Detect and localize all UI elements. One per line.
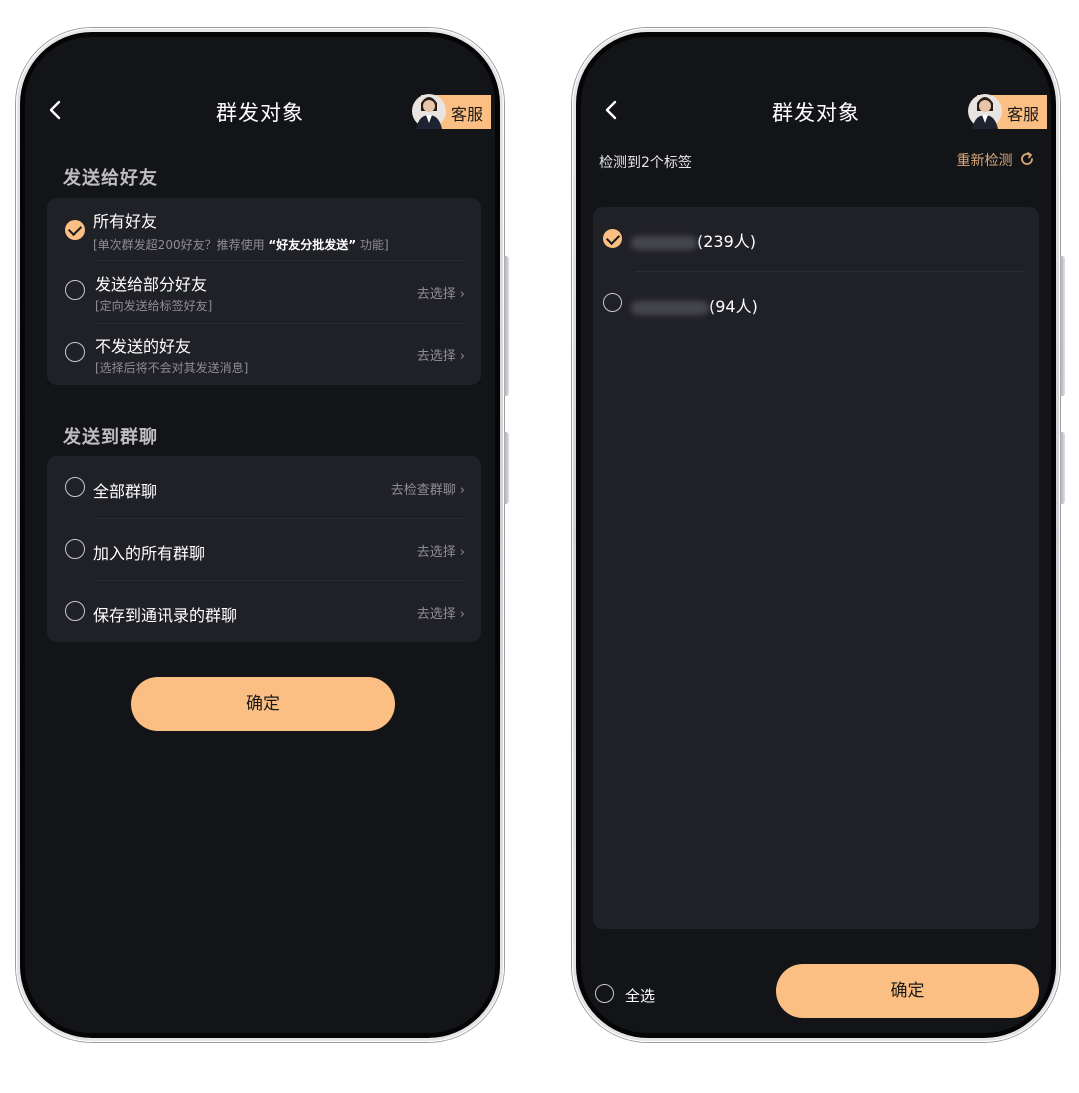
radio-button[interactable]: [65, 280, 85, 300]
tag-label: (94人): [631, 293, 758, 317]
screen-right: 群发对象 客服 检测到2个标签 重新检测 (239人) (94人) 全选 确定: [581, 37, 1051, 1033]
option-title: 加入的所有群聊: [93, 544, 206, 563]
redetect-label: 重新检测: [956, 153, 1013, 169]
avatar-icon: [968, 94, 1002, 129]
customer-service-button[interactable]: 客服: [967, 94, 1047, 129]
option-exclude-friends[interactable]: 不发送的好友 [选择后将不会对其发送消息] 去选择 ›: [47, 323, 481, 385]
volume-button: [1060, 256, 1065, 396]
select-label: 去选择: [416, 545, 456, 560]
radio-button[interactable]: [65, 601, 85, 621]
subtitle-suffix: 功能]: [360, 238, 389, 252]
check-icon[interactable]: [603, 229, 622, 248]
radio-button[interactable]: [595, 984, 614, 1003]
select-label: 去选择: [416, 349, 456, 364]
radio-button[interactable]: [65, 477, 85, 497]
screen-left: 群发对象 客服 发送给好友 所有好友 [单次群发超200好友？推荐使用 “好友分: [25, 37, 495, 1033]
avatar-icon: [412, 94, 446, 129]
chevron-right-icon: ›: [459, 545, 465, 560]
radio-button[interactable]: [603, 293, 622, 312]
chevron-right-icon: ›: [459, 287, 465, 302]
tag-count: (94人): [709, 297, 758, 316]
option-title: 保存到通讯录的群聊: [93, 606, 238, 625]
select-link[interactable]: 去选择 ›: [417, 603, 465, 622]
power-button: [504, 432, 509, 504]
option-all-groups[interactable]: 全部群聊 去检查群聊 ›: [47, 456, 481, 518]
customer-service-button[interactable]: 客服: [411, 94, 491, 129]
tag-name-blurred: [631, 235, 697, 250]
option-some-friends[interactable]: 发送给部分好友 [定向发送给标签好友] 去选择 ›: [47, 261, 481, 323]
check-groups-label: 去检查群聊: [390, 483, 456, 498]
option-title: 所有好友: [93, 212, 158, 231]
option-title: 不发送的好友: [95, 337, 192, 356]
refresh-icon: [1021, 152, 1033, 165]
friends-section-title: 发送给好友: [63, 168, 158, 189]
check-icon[interactable]: [65, 220, 85, 240]
option-subtitle: [选择后将不会对其发送消息]: [95, 361, 249, 375]
select-label: 去选择: [416, 287, 456, 302]
radio-button[interactable]: [65, 342, 85, 362]
volume-button: [504, 256, 509, 396]
power-button: [1060, 432, 1065, 504]
select-link[interactable]: 去选择 ›: [417, 345, 465, 364]
option-title: 全部群聊: [93, 482, 158, 501]
bezel: 群发对象 客服 检测到2个标签 重新检测 (239人) (94人) 全选 确定: [576, 32, 1056, 1038]
select-link[interactable]: 去选择 ›: [417, 541, 465, 560]
customer-service-label: 客服: [450, 105, 483, 124]
batch-send-link[interactable]: “好友分批发送”: [268, 238, 356, 252]
friends-card: 所有好友 [单次群发超200好友？推荐使用 “好友分批发送” 功能] 发送给部分…: [47, 198, 481, 385]
tag-item[interactable]: (94人): [593, 272, 1039, 336]
option-title: 发送给部分好友: [95, 275, 208, 294]
phone-right: 群发对象 客服 检测到2个标签 重新检测 (239人) (94人) 全选 确定: [572, 28, 1065, 1042]
option-subtitle: [定向发送给标签好友]: [95, 299, 213, 313]
select-label: 去选择: [416, 607, 456, 622]
redetect-button[interactable]: 重新检测: [957, 150, 1035, 170]
chevron-right-icon: ›: [459, 483, 465, 498]
detect-status: 检测到2个标签: [599, 155, 692, 171]
tag-item[interactable]: (239人): [593, 207, 1039, 271]
select-link[interactable]: 去选择 ›: [417, 283, 465, 302]
check-groups-link[interactable]: 去检查群聊 ›: [391, 479, 465, 498]
tag-count: (239人): [697, 232, 757, 251]
chevron-right-icon: ›: [459, 607, 465, 622]
bezel: 群发对象 客服 发送给好友 所有好友 [单次群发超200好友？推荐使用 “好友分: [20, 32, 500, 1038]
tags-card: (239人) (94人): [593, 207, 1039, 929]
radio-button[interactable]: [65, 539, 85, 559]
tag-label: (239人): [631, 228, 756, 252]
subtitle-prefix: [单次群发超200好友？推荐使用: [93, 238, 265, 252]
option-all-friends[interactable]: 所有好友 [单次群发超200好友？推荐使用 “好友分批发送” 功能]: [47, 198, 481, 260]
option-saved-groups[interactable]: 保存到通讯录的群聊 去选择 ›: [47, 580, 481, 642]
tag-name-blurred: [631, 300, 709, 315]
confirm-button[interactable]: 确定: [776, 964, 1039, 1018]
groups-card: 全部群聊 去检查群聊 › 加入的所有群聊 去选择 › 保存到通讯录的群聊 去选择 ›: [47, 456, 481, 642]
select-all-label: 全选: [625, 987, 656, 1005]
customer-service-label: 客服: [1006, 105, 1039, 124]
option-subtitle: [单次群发超200好友？推荐使用 “好友分批发送” 功能]: [93, 236, 389, 253]
chevron-right-icon: ›: [459, 349, 465, 364]
confirm-button[interactable]: 确定: [131, 677, 395, 731]
option-joined-groups[interactable]: 加入的所有群聊 去选择 ›: [47, 518, 481, 580]
groups-section-title: 发送到群聊: [63, 427, 158, 448]
phone-left: 群发对象 客服 发送给好友 所有好友 [单次群发超200好友？推荐使用 “好友分: [16, 28, 509, 1042]
